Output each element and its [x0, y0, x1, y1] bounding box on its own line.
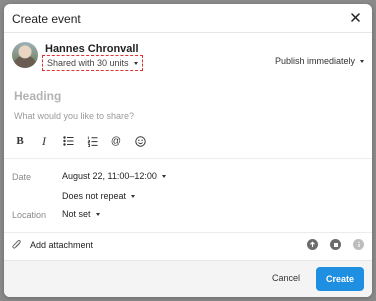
bulleted-list-button[interactable] — [62, 134, 74, 148]
cancel-button[interactable]: Cancel — [272, 273, 300, 283]
body-input[interactable] — [12, 110, 356, 122]
date-time-dropdown[interactable]: August 22, 11:00–12:00 — [62, 171, 166, 181]
numbered-list-icon — [87, 136, 97, 147]
italic-button[interactable]: I — [38, 134, 50, 148]
mention-button[interactable]: @ — [110, 134, 122, 148]
info-button[interactable] — [353, 239, 364, 250]
bold-icon: B — [16, 135, 24, 147]
divider — [4, 232, 372, 233]
location-value: Not set — [62, 209, 91, 219]
location-label: Location — [12, 210, 47, 220]
mention-icon: @ — [110, 135, 122, 147]
chevron-down-icon — [131, 194, 136, 198]
publish-dropdown[interactable]: Publish immediately — [275, 56, 364, 66]
info-icon — [357, 241, 360, 247]
close-button[interactable] — [348, 10, 362, 24]
dialog-header: Create event — [4, 4, 372, 33]
create-event-dialog: Create event Hannes Chronvall Shared wit… — [4, 4, 372, 297]
numbered-list-button[interactable] — [86, 134, 98, 148]
dialog-title: Create event — [12, 12, 81, 26]
repeat-value: Does not repeat — [62, 191, 127, 201]
dialog-footer: Cancel Create — [4, 260, 372, 297]
shared-with-label: Shared with 30 units — [47, 58, 129, 68]
heading-input[interactable] — [12, 88, 356, 104]
repeat-dropdown[interactable]: Does not repeat — [62, 191, 136, 201]
chevron-down-icon — [161, 174, 166, 178]
add-attachment-label: Add attachment — [30, 239, 94, 250]
emoji-button[interactable] — [134, 134, 146, 148]
publish-label: Publish immediately — [274, 56, 355, 66]
emoji-icon — [134, 135, 146, 147]
add-attachment-button[interactable]: Add attachment — [12, 239, 93, 250]
chevron-down-icon — [133, 61, 138, 65]
bulleted-list-icon — [62, 136, 73, 146]
bold-button[interactable]: B — [14, 134, 26, 148]
upload-icon — [310, 241, 315, 247]
shared-with-dropdown[interactable]: Shared with 30 units — [42, 55, 143, 71]
divider — [4, 158, 372, 159]
close-icon — [350, 12, 360, 22]
upload-button[interactable] — [307, 239, 318, 250]
chevron-down-icon — [95, 212, 100, 216]
create-button[interactable]: Create — [316, 267, 364, 291]
stop-icon — [333, 242, 338, 247]
stop-button[interactable] — [330, 239, 341, 250]
chevron-down-icon — [360, 59, 364, 63]
formatting-toolbar: B I @ — [14, 134, 146, 148]
italic-icon: I — [42, 133, 46, 148]
avatar — [12, 42, 38, 68]
date-label: Date — [12, 172, 32, 182]
attachment-actions — [307, 239, 364, 250]
paperclip-icon — [12, 239, 21, 249]
date-time-value: August 22, 11:00–12:00 — [62, 171, 157, 181]
location-dropdown[interactable]: Not set — [62, 209, 100, 219]
author-name: Hannes Chronvall — [45, 43, 139, 55]
